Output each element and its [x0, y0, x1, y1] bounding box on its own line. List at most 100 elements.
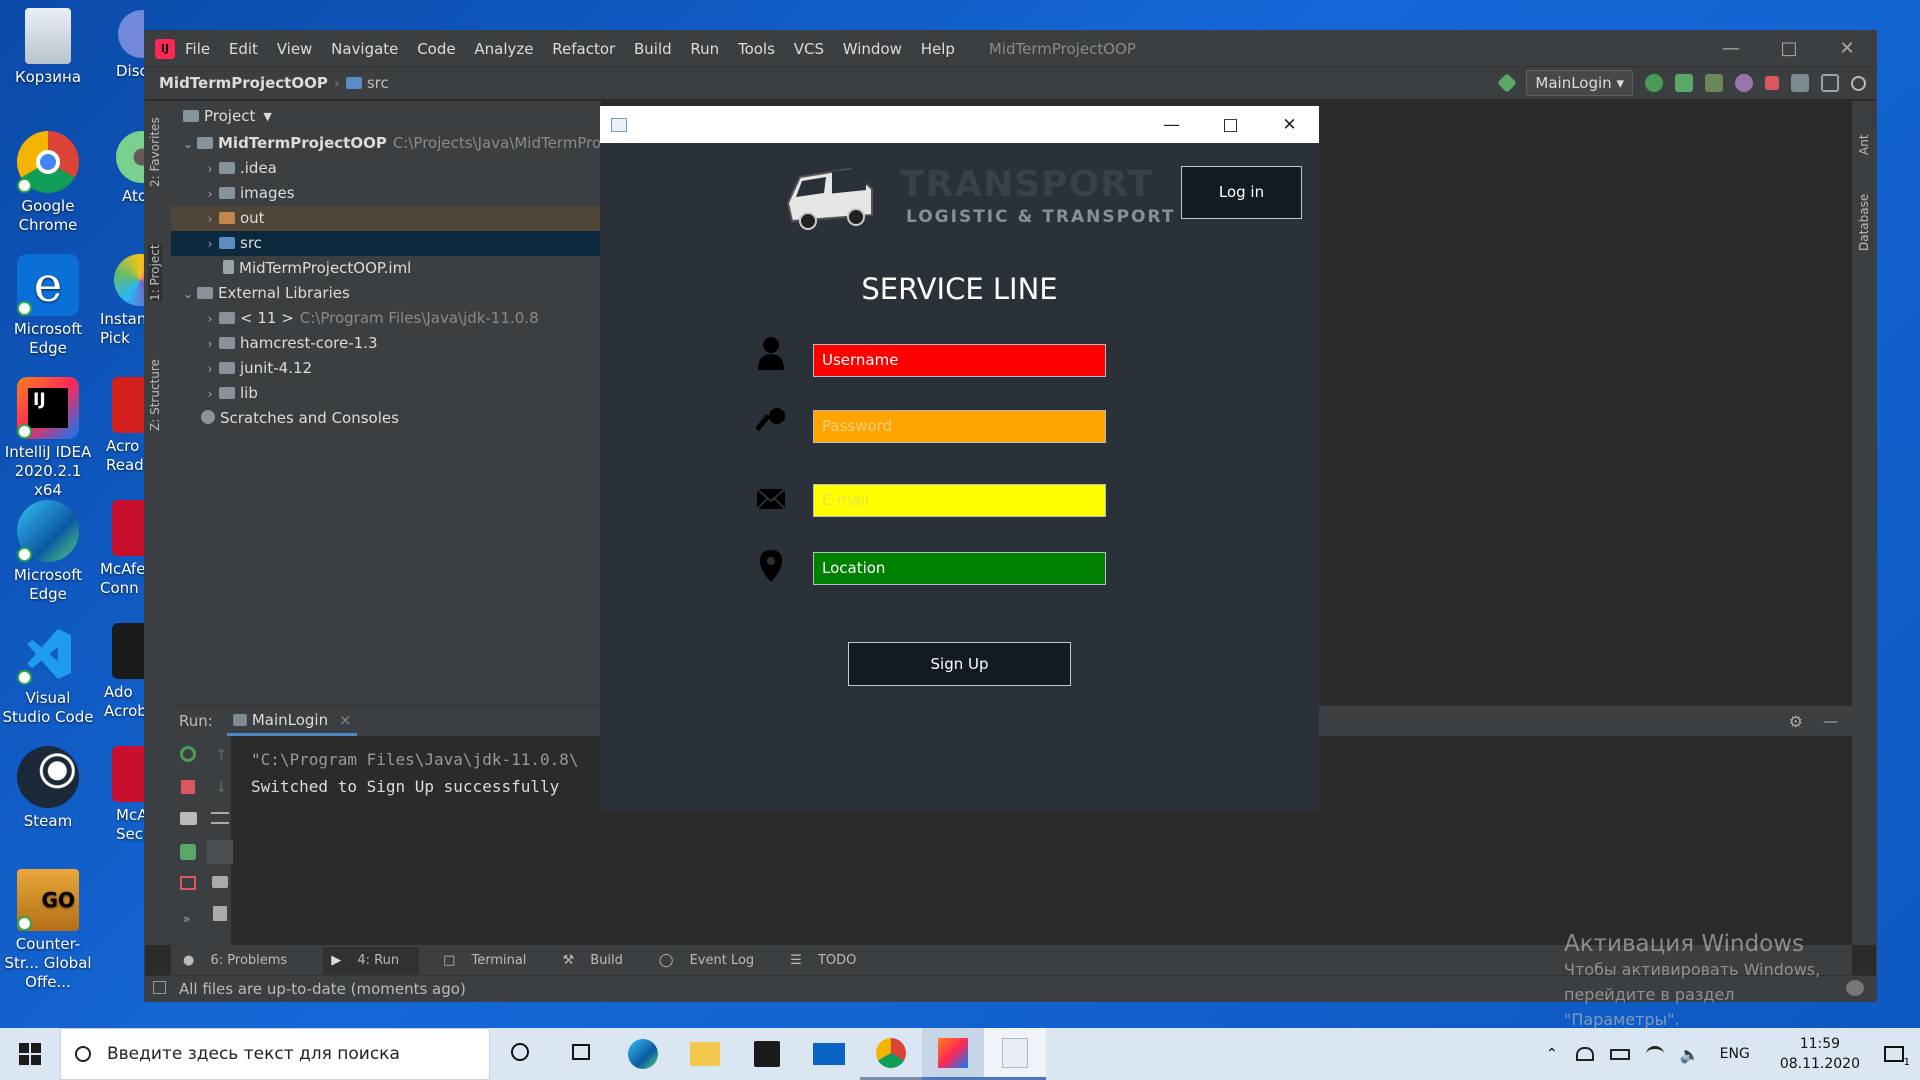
taskbar-app-mail[interactable]	[798, 1028, 860, 1080]
exit-icon[interactable]	[180, 876, 196, 890]
desktop-icon-edge[interactable]: Microsoft Edge	[0, 500, 96, 604]
volume-icon[interactable]: 🔈	[1680, 1045, 1700, 1064]
desktop-icon-recycle-bin[interactable]: Корзина	[0, 8, 96, 87]
network-icon[interactable]	[1575, 1047, 1594, 1061]
menu-build[interactable]: Build	[634, 40, 672, 58]
tree-item-junit[interactable]: › junit-4.12	[171, 356, 601, 381]
taskbar-app-edge[interactable]	[612, 1028, 674, 1080]
taskbar-app-store[interactable]	[736, 1028, 798, 1080]
tree-item-idea[interactable]: › .idea	[171, 156, 601, 181]
email-field[interactable]: E-mail	[813, 484, 1106, 517]
database-tab[interactable]: Database	[1857, 194, 1871, 251]
tab-problems[interactable]: ● 6: Problems	[183, 953, 299, 968]
run-tab-mainlogin[interactable]: MainLogin ×	[226, 707, 358, 736]
maximize-icon[interactable]: □	[1201, 115, 1260, 135]
profile-icon[interactable]	[1735, 74, 1753, 92]
close-icon[interactable]: ✕	[1818, 38, 1876, 59]
trash-icon[interactable]	[213, 906, 227, 921]
close-icon[interactable]: ✕	[1260, 115, 1319, 135]
desktop-icon-chrome[interactable]: Google Chrome	[0, 131, 96, 235]
structure-tab[interactable]: Z: Structure	[148, 359, 162, 431]
more-icon[interactable]: »	[183, 912, 190, 926]
close-tab-icon[interactable]: ×	[339, 711, 352, 729]
camera-icon[interactable]	[180, 812, 197, 825]
tree-item-lib[interactable]: › lib	[171, 381, 601, 406]
taskbar-app-intellij[interactable]	[922, 1028, 984, 1080]
tree-item-jdk[interactable]: › < 11 > C:\Program Files\Java\jdk-11.0.8	[171, 306, 601, 331]
debug-icon[interactable]	[180, 844, 196, 860]
rerun-icon[interactable]	[1645, 74, 1663, 92]
desktop-icon-discord[interactable]: Disc	[96, 10, 144, 81]
tree-item-src[interactable]: › src	[171, 231, 601, 256]
menu-view[interactable]: View	[277, 40, 313, 58]
stop-icon[interactable]	[1765, 76, 1779, 90]
taskbar-app-chrome[interactable]	[860, 1028, 922, 1080]
battery-icon[interactable]	[1609, 1048, 1630, 1060]
task-view-icon[interactable]	[550, 1044, 612, 1064]
hide-panel-icon[interactable]: —	[1823, 712, 1838, 730]
login-button[interactable]: Log in	[1181, 166, 1302, 219]
signup-button[interactable]: Sign Up	[848, 642, 1071, 686]
menu-navigate[interactable]: Navigate	[331, 40, 398, 58]
tab-todo[interactable]: ☰ TODO	[790, 953, 868, 968]
taskbar-app-explorer[interactable]	[674, 1028, 736, 1080]
ant-tab[interactable]: Ant	[1857, 134, 1871, 155]
scroll-to-end-icon[interactable]	[207, 840, 233, 864]
task-view-button[interactable]	[490, 1042, 550, 1067]
minimize-icon[interactable]: —	[1142, 115, 1201, 135]
tree-item-external-libraries[interactable]: ⌄ External Libraries	[171, 281, 601, 306]
desktop-icon-edge-legacy[interactable]: e Microsoft Edge	[0, 254, 96, 358]
project-tool-tab[interactable]: 1: Project	[148, 244, 162, 301]
soft-wrap-icon[interactable]	[211, 812, 229, 824]
search-icon[interactable]	[1851, 75, 1866, 91]
debug-icon[interactable]	[1675, 74, 1693, 92]
tree-item-out[interactable]: › out	[171, 206, 601, 231]
presentation-icon[interactable]	[1821, 74, 1839, 92]
menu-refactor[interactable]: Refactor	[552, 40, 615, 58]
chevron-up-icon[interactable]: ⌃	[1546, 1046, 1558, 1062]
favorites-tab[interactable]: 2: Favorites	[148, 117, 162, 187]
taskbar-app-java[interactable]	[984, 1028, 1046, 1080]
start-button[interactable]	[0, 1028, 60, 1080]
stop-icon[interactable]	[181, 780, 195, 794]
tab-run[interactable]: ▶ 4: Run	[323, 946, 420, 974]
desktop-icon-steam[interactable]: Steam	[0, 746, 96, 831]
desktop-icon-csgo[interactable]: GO Counter-Str... Global Offe...	[0, 869, 96, 992]
arrow-up-icon[interactable]: ↑	[215, 746, 228, 764]
coverage-icon[interactable]	[1705, 74, 1723, 92]
tree-item-project-root[interactable]: ⌄ MidTermProjectOOP C:\Projects\Java\MidTe…	[171, 131, 640, 156]
breadcrumb-project[interactable]: MidTermProjectOOP	[159, 74, 328, 92]
taskbar-search[interactable]: Введите здесь текст для поиска	[60, 1028, 490, 1080]
desktop-icon-vscode[interactable]: Visual Studio Code	[0, 623, 96, 727]
menu-tools[interactable]: Tools	[738, 40, 775, 58]
project-structure-icon[interactable]	[1791, 74, 1809, 92]
menu-code[interactable]: Code	[417, 40, 455, 58]
clock[interactable]: 11:59 08.11.2020	[1780, 1034, 1860, 1074]
tree-item-images[interactable]: › images	[171, 181, 601, 206]
username-field[interactable]: Username	[813, 344, 1106, 377]
password-field[interactable]: Password	[813, 410, 1106, 443]
menu-file[interactable]: File	[185, 40, 210, 58]
menu-edit[interactable]: Edit	[229, 40, 258, 58]
breadcrumb-src[interactable]: src	[367, 74, 389, 92]
tab-event-log[interactable]: ◯ Event Log	[659, 953, 766, 968]
minimize-icon[interactable]: —	[1702, 38, 1760, 59]
print-icon[interactable]	[212, 876, 228, 888]
notifications-icon[interactable]: 1	[1884, 1046, 1910, 1068]
tab-build[interactable]: ⚒ Build	[562, 953, 634, 968]
tree-item-iml[interactable]: MidTermProjectOOP.iml	[171, 256, 601, 281]
build-hammer-icon[interactable]	[1497, 73, 1518, 93]
tab-terminal[interactable]: □ Terminal	[443, 953, 538, 968]
desktop-icon-acrobat-reader[interactable]: Acro Reade	[96, 377, 144, 475]
desktop-icon-mcafee-security[interactable]: McA Securi	[96, 746, 144, 844]
desktop-icon-intellij[interactable]: IJ IntelliJ IDEA 2020.2.1 x64	[0, 377, 96, 500]
menu-vcs[interactable]: VCS	[794, 40, 824, 58]
maximize-icon[interactable]: □	[1760, 38, 1818, 59]
menu-run[interactable]: Run	[690, 40, 719, 58]
menu-analyze[interactable]: Analyze	[474, 40, 533, 58]
project-panel-header[interactable]: Project ▼	[171, 101, 601, 131]
run-configuration-select[interactable]: MainLogin ▾	[1526, 70, 1633, 96]
wifi-icon[interactable]	[1645, 1046, 1664, 1062]
language-indicator[interactable]: ENG	[1720, 1046, 1750, 1062]
toggle-tool-windows-icon[interactable]	[153, 981, 166, 994]
